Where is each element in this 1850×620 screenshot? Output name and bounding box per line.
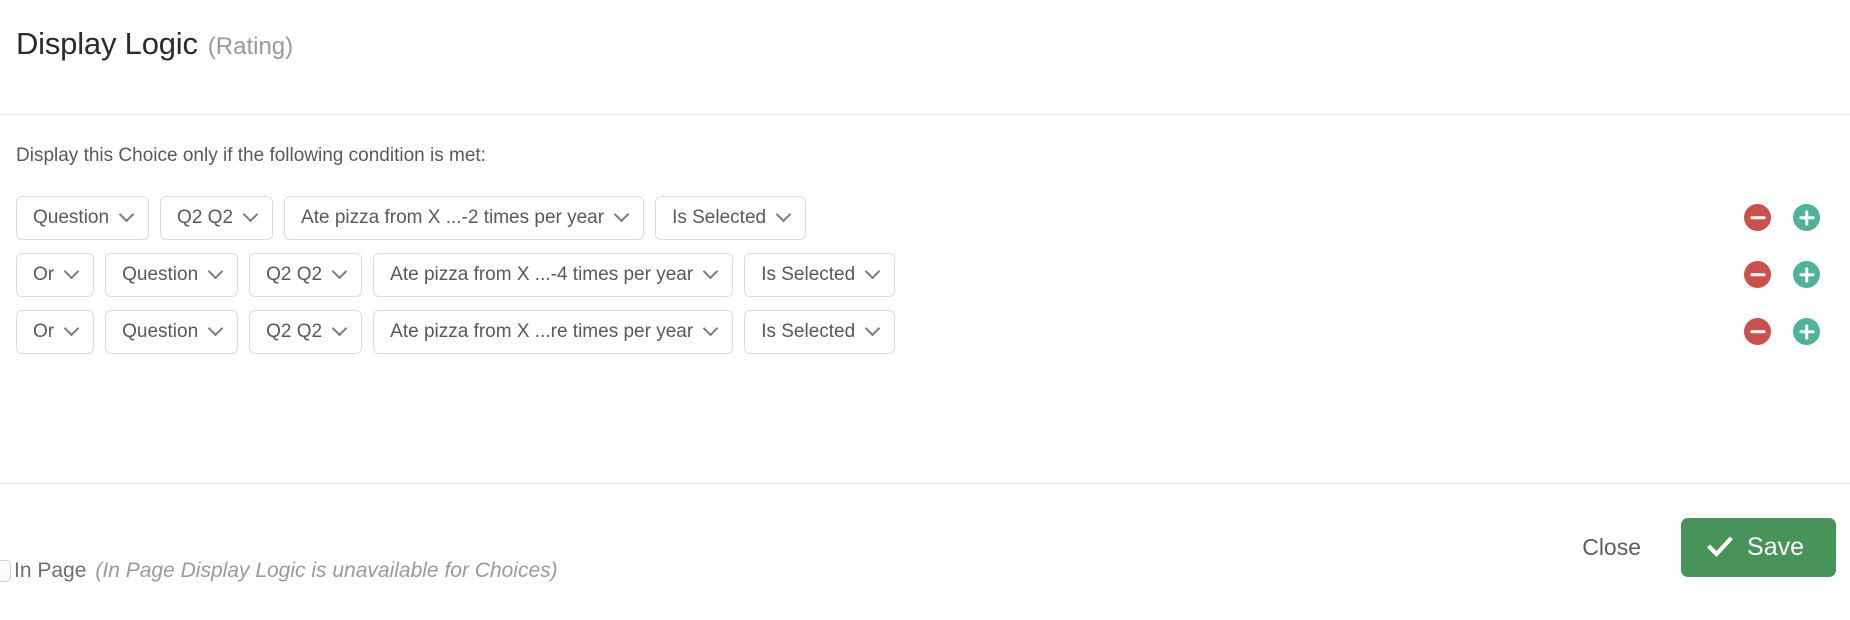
chevron-down-icon: [867, 266, 880, 279]
dialog-body: Display this Choice only if the followin…: [0, 115, 1850, 483]
source-type-select-1[interactable]: Question: [16, 195, 150, 240]
operator-label-2: Is Selected: [761, 263, 856, 285]
remove-condition-button-1[interactable]: [1744, 204, 1771, 232]
conjunction-label-2: Or: [33, 263, 55, 285]
chevron-down-icon: [616, 209, 629, 222]
plus-circle-icon-vertical: [1804, 324, 1809, 340]
operator-select-1[interactable]: Is Selected: [655, 195, 807, 240]
choice-select-1[interactable]: Ate pizza from X ...-2 times per year: [284, 195, 645, 240]
in-page-label: In Page: [14, 559, 87, 582]
chevron-down-icon: [705, 266, 718, 279]
add-condition-button-2[interactable]: [1793, 261, 1820, 289]
close-button[interactable]: Close: [1572, 528, 1651, 567]
checkmark-icon: [1707, 534, 1733, 560]
question-label-1: Q2 Q2: [177, 206, 234, 228]
minus-circle-icon: [1750, 273, 1765, 277]
conjunction-select-3[interactable]: Or: [16, 309, 95, 354]
choice-label-2: Ate pizza from X ...-4 times per year: [390, 263, 694, 285]
chevron-down-icon: [121, 209, 134, 222]
question-select-2[interactable]: Q2 Q2: [249, 252, 363, 297]
chevron-down-icon: [334, 266, 347, 279]
in-page-option: In Page (In Page Display Logic is unavai…: [0, 559, 558, 583]
add-condition-button-1[interactable]: [1793, 204, 1820, 232]
remove-condition-button-2[interactable]: [1744, 261, 1771, 289]
footer-actions: Close Save: [1572, 517, 1836, 577]
chevron-down-icon: [245, 209, 258, 222]
chevron-down-icon: [66, 266, 79, 279]
chevron-down-icon: [705, 323, 718, 336]
source-type-label-2: Question: [122, 263, 199, 285]
minus-circle-icon: [1750, 216, 1765, 220]
remove-condition-button-3[interactable]: [1744, 318, 1771, 346]
question-select-1[interactable]: Q2 Q2: [160, 195, 274, 240]
chevron-down-icon: [778, 209, 791, 222]
row-actions-1: [1744, 204, 1820, 232]
chevron-down-icon: [867, 323, 880, 336]
chevron-down-icon: [334, 323, 347, 336]
question-select-3[interactable]: Q2 Q2: [249, 309, 363, 354]
choice-select-2[interactable]: Ate pizza from X ...-4 times per year: [373, 252, 734, 297]
in-page-help-text: (In Page Display Logic is unavailable fo…: [95, 559, 558, 582]
dialog-title-question-type: (Rating): [207, 33, 294, 60]
source-type-label-3: Question: [122, 320, 199, 342]
source-type-select-3[interactable]: Question: [105, 309, 239, 354]
dialog-header: Display Logic (Rating): [0, 0, 1850, 115]
conjunction-label-3: Or: [33, 320, 55, 342]
row-actions-3: [1744, 318, 1820, 346]
operator-select-3[interactable]: Is Selected: [744, 309, 896, 354]
condition-row: Or Question Q2 Q2 Ate pizza from X ...re…: [16, 309, 1834, 354]
dialog-footer: In Page (In Page Display Logic is unavai…: [0, 483, 1850, 620]
operator-label-3: Is Selected: [761, 320, 856, 342]
instruction-text: Display this Choice only if the followin…: [16, 145, 486, 166]
save-button-label: Save: [1747, 532, 1804, 561]
condition-row: Or Question Q2 Q2 Ate pizza from X ...-4…: [16, 252, 1834, 297]
choice-label-3: Ate pizza from X ...re times per year: [390, 320, 694, 342]
chevron-down-icon: [210, 266, 223, 279]
conjunction-select-2[interactable]: Or: [16, 252, 95, 297]
chevron-down-icon: [210, 323, 223, 336]
operator-label-1: Is Selected: [672, 206, 767, 228]
chevron-down-icon: [66, 323, 79, 336]
save-button[interactable]: Save: [1681, 517, 1836, 577]
row-actions-2: [1744, 261, 1820, 289]
choice-select-3[interactable]: Ate pizza from X ...re times per year: [373, 309, 734, 354]
choice-label-1: Ate pizza from X ...-2 times per year: [301, 206, 605, 228]
dialog-title-text: Display Logic: [16, 26, 198, 61]
question-label-3: Q2 Q2: [266, 320, 323, 342]
source-type-label-1: Question: [33, 206, 110, 228]
add-condition-button-3[interactable]: [1793, 318, 1820, 346]
page-title: Display Logic (Rating): [16, 26, 293, 62]
plus-circle-icon-vertical: [1804, 267, 1809, 283]
condition-row: Question Q2 Q2 Ate pizza from X ...-2 ti…: [16, 195, 1834, 240]
in-page-checkbox[interactable]: [0, 560, 11, 582]
source-type-select-2[interactable]: Question: [105, 252, 239, 297]
question-label-2: Q2 Q2: [266, 263, 323, 285]
minus-circle-icon: [1750, 330, 1765, 334]
plus-circle-icon-vertical: [1804, 210, 1809, 226]
operator-select-2[interactable]: Is Selected: [744, 252, 896, 297]
